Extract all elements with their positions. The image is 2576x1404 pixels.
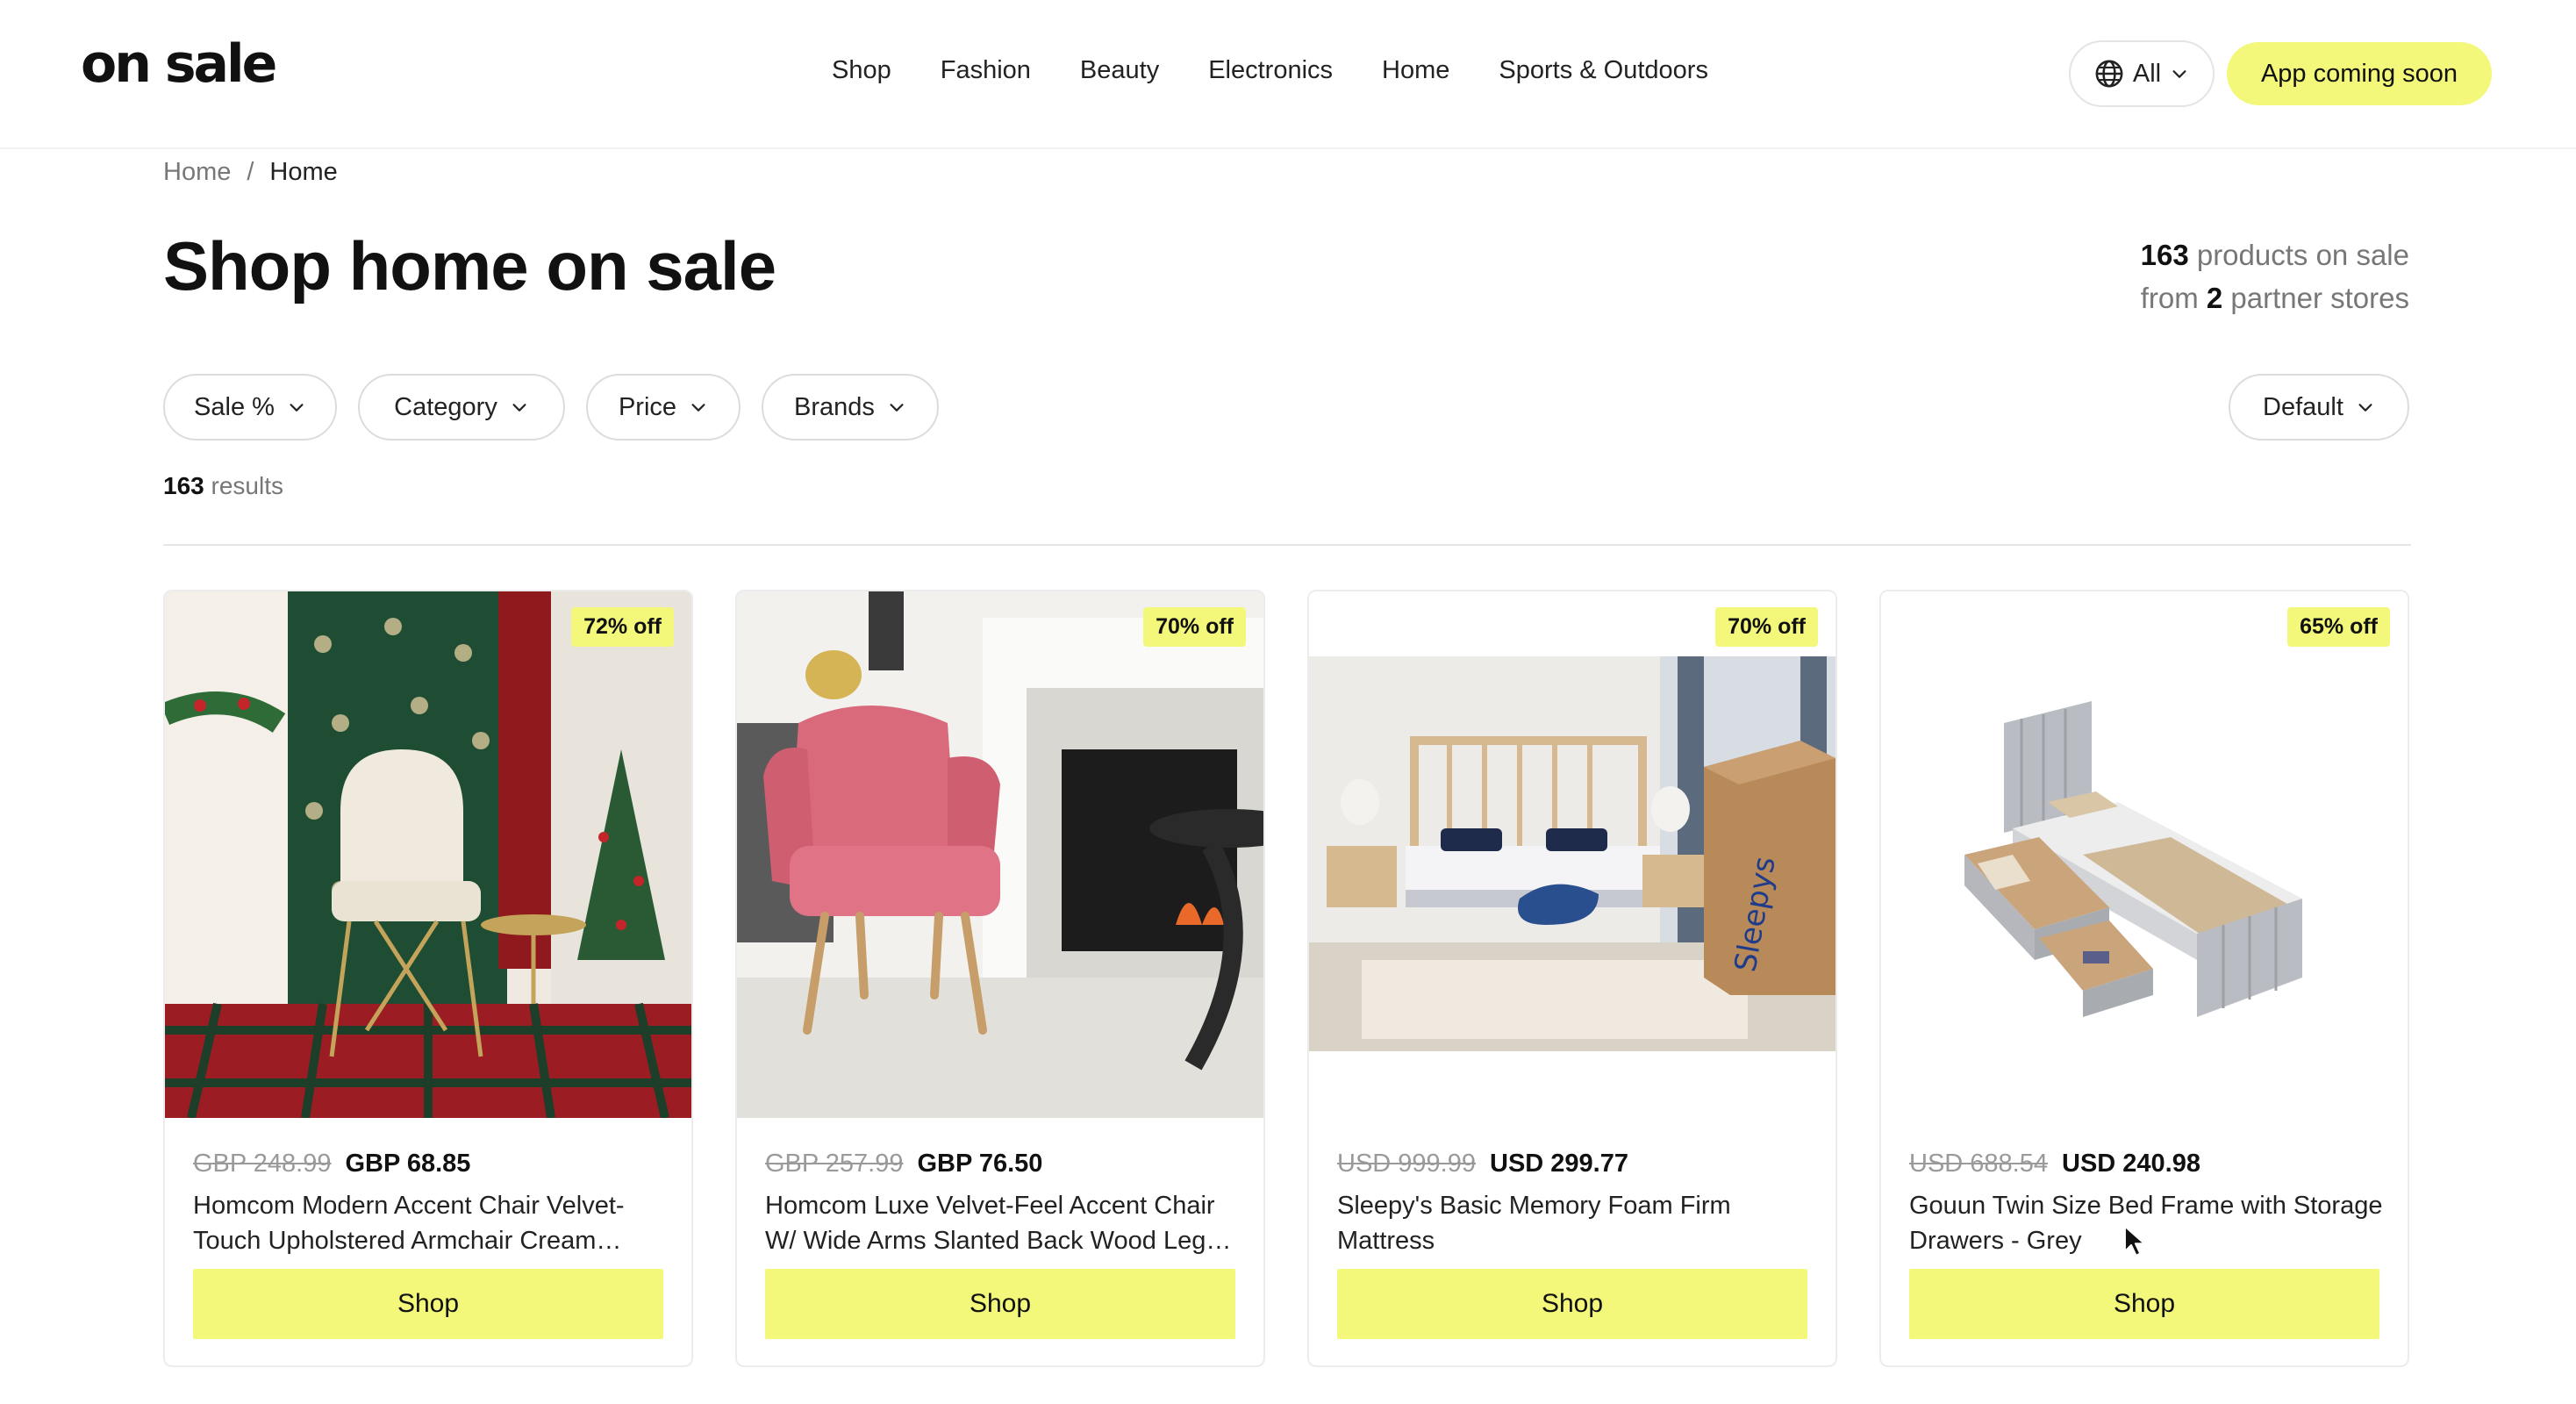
region-label: All <box>2132 59 2162 88</box>
shop-button[interactable]: Shop <box>765 1269 1235 1339</box>
product-title[interactable]: Gouun Twin Size Bed Frame with Storage D… <box>1909 1188 2383 1258</box>
discount-badge: 70% off <box>1143 607 1246 647</box>
nav-item-fashion[interactable]: Fashion <box>941 56 1031 85</box>
globe-icon <box>2095 60 2123 88</box>
from-label: from <box>2140 282 2199 314</box>
product-title[interactable]: Homcom Modern Accent Chair Velvet-Touch … <box>193 1188 667 1258</box>
breadcrumb-current: Home <box>269 158 338 186</box>
product-card[interactable]: 72% off GBP 248.99 GBP 68.85 Homcom Mode… <box>163 590 693 1367</box>
breadcrumb-separator: / <box>247 158 254 186</box>
products-label: products on sale <box>2196 239 2409 271</box>
nav-item-electronics[interactable]: Electronics <box>1208 56 1333 85</box>
nav-item-sports-outdoors[interactable]: Sports & Outdoors <box>1499 56 1708 85</box>
shop-button[interactable]: Shop <box>193 1269 663 1339</box>
filter-price[interactable]: Price <box>586 374 741 441</box>
chevron-down-icon <box>290 404 304 412</box>
original-price: USD 688.54 <box>1909 1150 2048 1178</box>
sale-price: GBP 76.50 <box>917 1150 1043 1178</box>
product-count: 163 <box>2140 239 2189 271</box>
filter-label: Brands <box>794 392 875 421</box>
chevron-down-icon <box>512 404 526 412</box>
results-count: 163 results <box>163 472 283 500</box>
nav-item-home[interactable]: Home <box>1382 56 1449 85</box>
main-nav: Shop Fashion Beauty Electronics Home Spo… <box>832 56 1708 85</box>
product-image[interactable]: 65% off <box>1881 591 2408 1118</box>
sale-price: USD 299.77 <box>1490 1150 1628 1178</box>
discount-badge: 70% off <box>1715 607 1818 647</box>
nav-item-shop[interactable]: Shop <box>832 56 891 85</box>
discount-badge: 65% off <box>2287 607 2390 647</box>
region-selector-button[interactable]: All <box>2069 40 2215 107</box>
price-row: GBP 248.99 GBP 68.85 <box>193 1150 470 1178</box>
nav-item-beauty[interactable]: Beauty <box>1080 56 1159 85</box>
page-title: Shop home on sale <box>163 227 776 304</box>
app-coming-soon-button[interactable]: App coming soon <box>2227 42 2492 105</box>
stores-label: partner stores <box>2230 282 2409 314</box>
product-image[interactable]: Sleepys 70% off <box>1309 591 1835 1118</box>
breadcrumb: Home / Home <box>163 158 338 187</box>
results-label: results <box>211 472 283 499</box>
shop-button[interactable]: Shop <box>1909 1269 2379 1339</box>
product-stats: 163 products on sale from 2 partner stor… <box>2141 233 2409 319</box>
filter-label: Category <box>394 392 497 421</box>
original-price: GBP 248.99 <box>193 1150 332 1178</box>
filter-label: Price <box>618 392 677 421</box>
product-title[interactable]: Sleepy's Basic Memory Foam Firm Mattress <box>1337 1188 1811 1258</box>
product-image[interactable]: 70% off <box>737 591 1263 1118</box>
shop-button[interactable]: Shop <box>1337 1269 1807 1339</box>
filter-brands[interactable]: Brands <box>762 374 939 441</box>
store-count: 2 <box>2206 282 2223 314</box>
breadcrumb-home-link[interactable]: Home <box>163 158 231 187</box>
mouse-cursor-icon <box>2123 1225 2146 1257</box>
product-title[interactable]: Homcom Luxe Velvet-Feel Accent Chair W/ … <box>765 1188 1239 1258</box>
original-price: USD 999.99 <box>1337 1150 1476 1178</box>
results-number: 163 <box>163 472 204 499</box>
filter-label: Sale % <box>194 392 275 421</box>
sort-dropdown[interactable]: Default <box>2229 374 2409 441</box>
chevron-down-icon <box>691 404 705 412</box>
price-row: USD 688.54 USD 240.98 <box>1909 1150 2200 1178</box>
original-price: GBP 257.99 <box>765 1150 904 1178</box>
site-header: on sale Shop Fashion Beauty Electronics … <box>0 0 2576 149</box>
discount-badge: 72% off <box>571 607 674 647</box>
product-card[interactable]: Sleepys 70% off USD 999.99 USD 299.77 Sl… <box>1307 590 1837 1367</box>
sort-label: Default <box>2263 392 2343 421</box>
filter-sale-percent[interactable]: Sale % <box>163 374 337 441</box>
chevron-down-icon <box>2358 404 2372 412</box>
chevron-down-icon <box>890 404 904 412</box>
product-card[interactable]: 70% off GBP 257.99 GBP 76.50 Homcom Luxe… <box>735 590 1265 1367</box>
divider <box>163 544 2411 546</box>
chevron-down-icon <box>2172 70 2186 78</box>
price-row: GBP 257.99 GBP 76.50 <box>765 1150 1042 1178</box>
price-row: USD 999.99 USD 299.77 <box>1337 1150 1628 1178</box>
logo[interactable]: on sale <box>81 33 277 95</box>
sale-price: USD 240.98 <box>2062 1150 2200 1178</box>
filter-category[interactable]: Category <box>358 374 565 441</box>
sale-price: GBP 68.85 <box>345 1150 471 1178</box>
product-image[interactable]: 72% off <box>165 591 691 1118</box>
